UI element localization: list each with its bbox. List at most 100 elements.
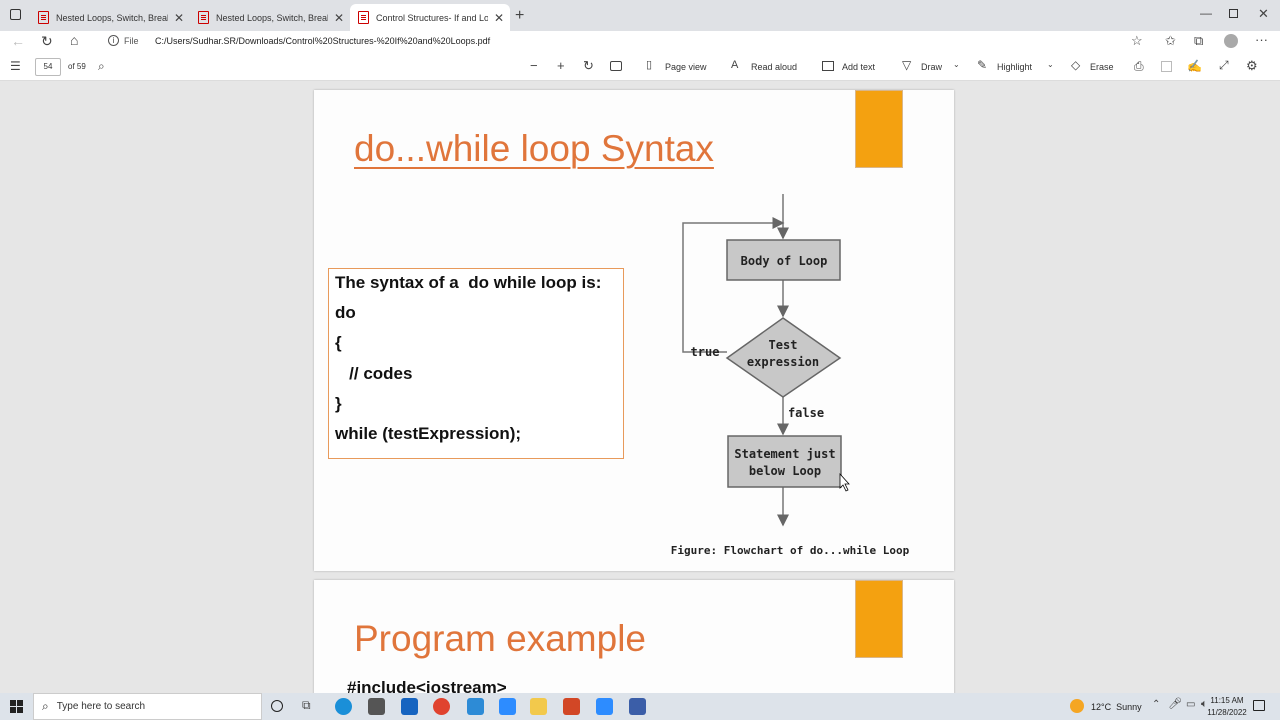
weather-text[interactable]: 12°C Sunny [1091,702,1142,712]
edge-app-icon[interactable] [335,698,352,715]
clock-time[interactable]: 11:15 AM [1207,696,1247,705]
rotate-icon[interactable]: ↻ [583,59,594,72]
zoom-meeting-icon[interactable] [596,698,613,715]
mail-app-icon[interactable] [401,698,418,715]
page-view-icon[interactable]: ▯ [646,60,652,71]
flow-body-label: Body of Loop [741,254,828,268]
pdf-file-icon [38,11,49,24]
flow-statement-box [727,435,842,488]
tray-chevron-up-icon[interactable]: ⌃ [1152,700,1160,710]
fit-page-icon[interactable] [610,61,622,71]
notifications-icon[interactable] [1253,700,1265,711]
tab-title: Nested Loops, Switch, Break, Co [56,12,168,23]
highlight-button[interactable]: Highlight [997,62,1032,72]
close-window-icon[interactable]: ✕ [1258,7,1269,20]
search-icon: ⌕ [42,699,49,713]
print-icon[interactable]: ⎙ [1134,60,1144,72]
mouse-cursor-icon [839,472,850,492]
devcpp-app-icon[interactable] [629,698,646,715]
info-icon: i [108,35,119,46]
chevron-down-icon[interactable]: ⌄ [1047,61,1054,69]
pdf-toolbar: ☰ 54 of 59 ⌕ − + ↻ ▯ Page view A Read al… [0,53,1280,81]
powerpoint-app-icon[interactable] [563,698,580,715]
close-tab-icon[interactable]: ✕ [334,11,344,25]
search-placeholder: Type here to search [56,701,146,712]
flow-false-label: false [788,406,824,420]
flow-test-label-2: expression [747,355,819,369]
tab-title: Nested Loops, Switch, Break, Co [216,12,328,23]
draw-icon[interactable]: ▽ [902,59,911,71]
tab-title: Control Structures- If and Loops [376,12,488,23]
tab-2[interactable]: Nested Loops, Switch, Break, Co ✕ [190,4,348,31]
taskbar-search-box[interactable]: ⌕ Type here to search [33,693,262,720]
network-icon[interactable]: ▭ [1186,700,1195,710]
maximize-icon[interactable] [1229,9,1238,18]
weather-sun-icon[interactable] [1070,699,1084,713]
zoom-app-icon[interactable] [499,698,516,715]
add-text-icon[interactable] [822,61,834,71]
settings-gear-icon[interactable]: ⚙ [1246,59,1258,72]
decorative-orange-block [855,580,903,658]
tab-1[interactable]: Nested Loops, Switch, Break, Co ✕ [30,4,188,31]
zoom-in-icon[interactable]: + [557,59,565,72]
back-icon[interactable]: ← [11,34,25,48]
draw-button[interactable]: Draw [921,62,942,72]
search-icon[interactable]: ⌕ [98,60,105,72]
chevron-down-icon[interactable]: ⌄ [953,61,960,69]
page-number-input[interactable]: 54 [35,58,61,76]
profile-avatar-icon[interactable] [1224,34,1238,48]
pdf-file-icon [358,11,369,24]
store-app-icon[interactable] [368,698,385,715]
minimize-icon[interactable]: — [1200,7,1212,19]
file-scheme-label: File [124,36,139,46]
refresh-icon[interactable]: ↻ [41,34,53,48]
favorite-add-icon[interactable]: ☆ [1131,34,1143,47]
zoom-out-icon[interactable]: − [530,59,538,72]
tab-3-active[interactable]: Control Structures- If and Loops ✕ [350,4,510,31]
windows-taskbar: ⌕ Type here to search ⧉ 12°C Sunny ⌃ 🎤︎ … [0,693,1280,720]
read-aloud-button[interactable]: Read aloud [751,62,797,72]
do-while-flowchart: Body of Loop Test expression Statement j… [671,194,910,557]
url-text[interactable]: C:/Users/Sudhar.SR/Downloads/Control%20S… [155,36,490,46]
fullscreen-icon[interactable]: ⤢ [1219,59,1229,71]
page-view-button[interactable]: Page view [665,62,707,72]
flow-true-label: true [691,345,720,359]
pdf-file-icon [198,11,209,24]
tab-actions-icon[interactable] [10,9,21,20]
flow-statement-label-2: below Loop [749,464,821,478]
code-first-line: #include<iostream> [347,678,507,693]
chrome-app-icon[interactable] [433,698,450,715]
close-tab-icon[interactable]: ✕ [494,11,504,25]
contents-icon[interactable]: ☰ [10,60,21,72]
favorites-icon[interactable]: ✩ [1165,34,1176,47]
task-view-icon[interactable]: ⧉ [302,699,311,711]
microphone-icon[interactable]: 🎤︎ [1168,699,1182,710]
save-as-icon[interactable]: ✍ [1187,60,1202,72]
highlight-icon[interactable]: ✎ [977,59,987,71]
flow-test-label-1: Test [769,338,798,352]
app-icon[interactable] [467,698,484,715]
pdf-page-55: Program example #include<iostream> [314,580,954,693]
pdf-page-54: do...while loop Syntax The syntax of a d… [314,90,954,571]
new-tab-icon[interactable]: + [515,8,524,24]
erase-button[interactable]: Erase [1090,62,1114,72]
address-bar: ← ↻ ⌂ i File C:/Users/Sudhar.SR/Download… [0,31,1280,53]
flowchart-caption: Figure: Flowchart of do...while Loop [671,544,910,557]
slide-title: Program example [354,618,647,659]
clock-date[interactable]: 11/28/2022 [1203,708,1251,717]
pdf-viewer[interactable]: do...while loop Syntax The syntax of a d… [0,81,1280,693]
read-aloud-icon[interactable]: A [731,60,738,71]
flow-statement-label-1: Statement just [734,447,835,461]
add-text-button[interactable]: Add text [842,62,875,72]
home-icon[interactable]: ⌂ [70,33,78,47]
cortana-icon[interactable] [271,700,283,712]
more-menu-icon[interactable]: ··· [1255,33,1268,46]
file-explorer-icon[interactable] [530,698,547,715]
page-total: of 59 [68,62,86,71]
close-tab-icon[interactable]: ✕ [174,11,184,25]
eraser-icon[interactable]: ◇ [1071,59,1080,71]
tab-bar: Nested Loops, Switch, Break, Co ✕ Nested… [0,0,1280,31]
save-icon[interactable] [1161,61,1172,72]
collections-icon[interactable]: ⧉ [1194,34,1203,47]
windows-start-icon[interactable] [10,700,23,713]
